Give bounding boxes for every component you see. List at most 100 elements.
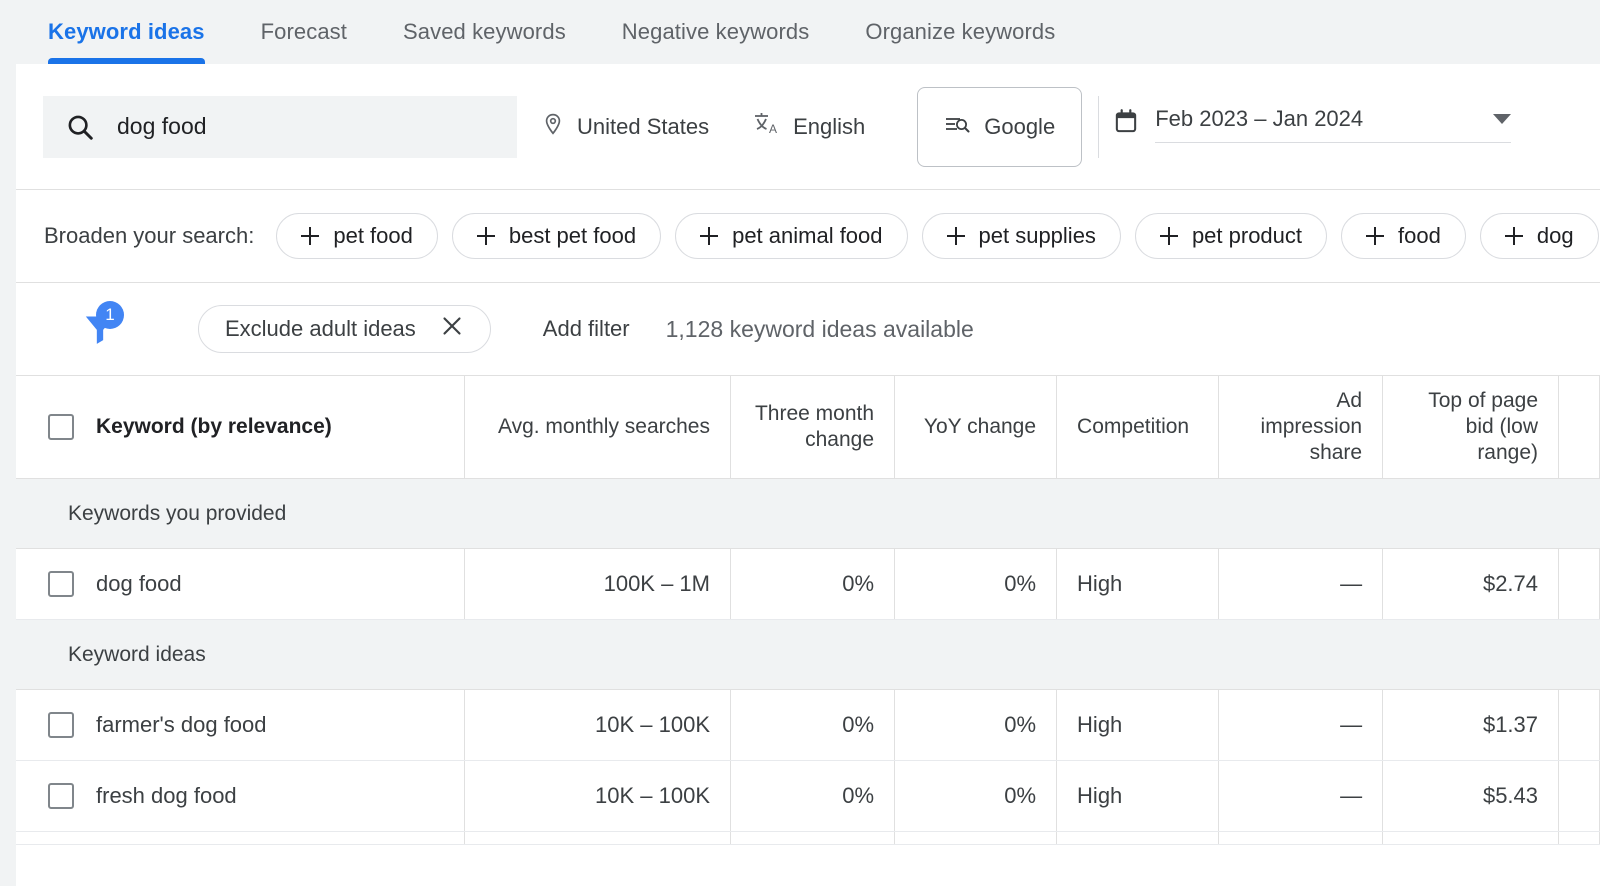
header-keyword[interactable]: Keyword (by relevance): [16, 376, 465, 478]
broaden-chip-pet-food[interactable]: pet food: [276, 213, 438, 259]
row-checkbox[interactable]: [48, 571, 74, 597]
broaden-chip-label: dog: [1537, 223, 1574, 249]
header-avg-monthly-searches-label: Avg. monthly searches: [498, 414, 710, 440]
header-avg-monthly-searches[interactable]: Avg. monthly searches: [465, 376, 731, 478]
broaden-chip-food[interactable]: food: [1341, 213, 1466, 259]
search-network-label: Google: [984, 114, 1055, 140]
keyword-table: Keyword (by relevance) Avg. monthly sear…: [16, 376, 1600, 845]
keyword-ideas-count: 1,128 keyword ideas available: [666, 316, 974, 343]
group-header-label: Keywords you provided: [68, 502, 286, 526]
table-header-row: Keyword (by relevance) Avg. monthly sear…: [16, 376, 1600, 479]
broaden-chip-dog[interactable]: dog: [1480, 213, 1599, 259]
tab-label: Organize keywords: [865, 19, 1055, 45]
filter-bar: 1 Exclude adult ideas Add filter 1,128 k…: [16, 283, 1600, 375]
table-row-partial[interactable]: [16, 832, 1600, 845]
broaden-chip-label: best pet food: [509, 223, 636, 249]
cell-three-month-change: 0%: [731, 690, 895, 760]
cell-yoy-change: [895, 832, 1057, 844]
cell-yoy-change: 0%: [895, 690, 1057, 760]
plus-icon: [947, 227, 965, 245]
cell-keyword: farmer's dog food: [16, 690, 465, 760]
cell-avg-monthly-searches: 100K – 1M: [465, 549, 731, 619]
cell-competition: High: [1057, 690, 1219, 760]
search-network-icon: [944, 112, 970, 142]
cell-three-month-change: 0%: [731, 549, 895, 619]
chevron-down-icon[interactable]: [1493, 114, 1511, 124]
cell-spacer: [1559, 761, 1600, 831]
header-yoy-change[interactable]: YoY change: [895, 376, 1057, 478]
search-icon: [65, 112, 95, 142]
tab-forecast[interactable]: Forecast: [261, 0, 347, 64]
cell-avg-monthly-searches: 10K – 100K: [465, 690, 731, 760]
header-spacer: [1559, 376, 1600, 478]
cell-three-month-change: [731, 832, 895, 844]
cell-keyword-label: fresh dog food: [96, 783, 237, 809]
broaden-chip-best-pet-food[interactable]: best pet food: [452, 213, 661, 259]
search-toolbar: dog food United States A: [16, 64, 1600, 189]
table-row[interactable]: fresh dog food 10K – 100K 0% 0% High — $…: [16, 761, 1600, 832]
header-ad-impression-share[interactable]: Ad impressionshare: [1219, 376, 1383, 478]
broaden-search-bar: Broaden your search: pet food best pet f…: [16, 190, 1600, 282]
tab-negative-keywords[interactable]: Negative keywords: [622, 0, 810, 64]
active-filter-chip[interactable]: Exclude adult ideas: [198, 305, 491, 353]
active-filter-label: Exclude adult ideas: [225, 316, 416, 342]
header-keyword-label: Keyword (by relevance): [96, 415, 332, 439]
broaden-search-label: Broaden your search:: [44, 223, 254, 249]
broaden-chip-pet-supplies[interactable]: pet supplies: [922, 213, 1121, 259]
table-row[interactable]: farmer's dog food 10K – 100K 0% 0% High …: [16, 690, 1600, 761]
broaden-chip-label: pet product: [1192, 223, 1302, 249]
search-network-selector[interactable]: Google: [917, 87, 1082, 167]
tab-keyword-ideas[interactable]: Keyword ideas: [48, 0, 205, 64]
cell-three-month-change: 0%: [731, 761, 895, 831]
cell-competition: High: [1057, 761, 1219, 831]
select-all-checkbox[interactable]: [48, 414, 74, 440]
language-label: English: [793, 114, 865, 140]
row-checkbox[interactable]: [48, 712, 74, 738]
header-three-month-change[interactable]: Three monthchange: [731, 376, 895, 478]
location-selector[interactable]: United States: [541, 111, 709, 143]
plus-icon: [1366, 227, 1384, 245]
cell-keyword-label: farmer's dog food: [96, 712, 267, 738]
tab-label: Saved keywords: [403, 19, 566, 45]
group-header-keywords-you-provided: Keywords you provided: [16, 479, 1600, 549]
header-competition[interactable]: Competition: [1057, 376, 1219, 478]
tab-saved-keywords[interactable]: Saved keywords: [403, 0, 566, 64]
broaden-chip-label: pet supplies: [979, 223, 1096, 249]
header-yoy-change-label: YoY change: [924, 414, 1036, 440]
header-top-of-page-bid[interactable]: Top of pagebid (lowrange): [1383, 376, 1559, 478]
cell-top-of-page-bid: $1.37: [1383, 690, 1559, 760]
tab-label: Negative keywords: [622, 19, 810, 45]
filter-funnel-icon[interactable]: 1: [80, 309, 120, 349]
cell-avg-monthly-searches: [465, 832, 731, 844]
date-range-selector[interactable]: Feb 2023 – Jan 2024: [1098, 96, 1511, 158]
cell-spacer: [1559, 690, 1600, 760]
plus-icon: [1160, 227, 1178, 245]
cell-top-of-page-bid: $2.74: [1383, 549, 1559, 619]
translate-icon: A: [753, 111, 781, 143]
tab-organize-keywords[interactable]: Organize keywords: [865, 0, 1055, 64]
keyword-planner-app: Keyword ideas Forecast Saved keywords Ne…: [0, 0, 1600, 886]
date-range-label: Feb 2023 – Jan 2024: [1155, 106, 1363, 132]
broaden-chip-label: food: [1398, 223, 1441, 249]
row-checkbox[interactable]: [48, 783, 74, 809]
date-range-field[interactable]: Feb 2023 – Jan 2024: [1155, 106, 1511, 143]
close-icon[interactable]: [440, 314, 464, 344]
search-input-value: dog food: [117, 113, 207, 140]
header-competition-label: Competition: [1077, 414, 1189, 440]
add-filter-button[interactable]: Add filter: [543, 316, 630, 342]
cell-ad-impression-share: —: [1219, 690, 1383, 760]
table-row[interactable]: dog food 100K – 1M 0% 0% High — $2.74: [16, 549, 1600, 620]
cell-competition: [1057, 832, 1219, 844]
broaden-chip-pet-product[interactable]: pet product: [1135, 213, 1327, 259]
cell-spacer: [1559, 549, 1600, 619]
cell-keyword: [16, 832, 465, 844]
broaden-chip-pet-animal-food[interactable]: pet animal food: [675, 213, 907, 259]
search-input[interactable]: dog food: [43, 96, 517, 158]
tab-bar: Keyword ideas Forecast Saved keywords Ne…: [0, 0, 1600, 64]
language-selector[interactable]: A English: [753, 111, 865, 143]
header-top-of-page-bid-label: Top of pagebid (lowrange): [1428, 388, 1538, 467]
cell-ad-impression-share: —: [1219, 761, 1383, 831]
calendar-icon: [1113, 108, 1139, 141]
filter-count-badge: 1: [96, 301, 124, 329]
location-label: United States: [577, 114, 709, 140]
